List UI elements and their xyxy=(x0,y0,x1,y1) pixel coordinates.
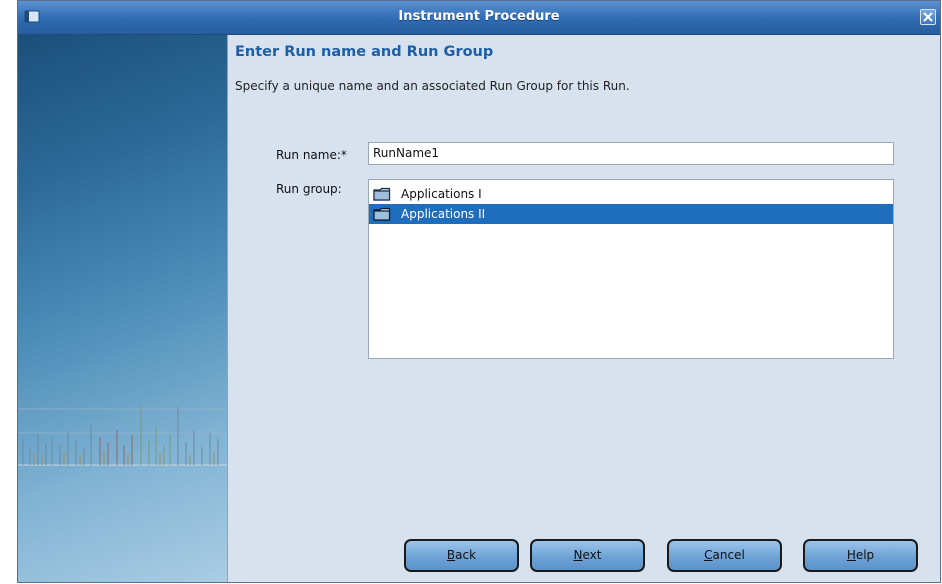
folder-icon xyxy=(373,207,391,221)
instrument-procedure-dialog: Instrument Procedure Enter Run name and … xyxy=(17,0,941,583)
list-item-label: Applications II xyxy=(401,207,486,221)
cancel-mnemonic: C xyxy=(704,548,713,562)
next-mnemonic: N xyxy=(573,548,583,562)
page-subtitle: Specify a unique name and an associated … xyxy=(235,79,630,93)
next-button[interactable]: Next xyxy=(530,539,645,572)
list-item-label: Applications I xyxy=(401,187,482,201)
run-group-label: Run group: xyxy=(276,182,342,196)
help-mnemonic: H xyxy=(846,548,856,562)
help-label: elp xyxy=(855,548,875,562)
close-button[interactable] xyxy=(920,9,936,25)
run-group-item-applications-i[interactable]: Applications I xyxy=(369,184,893,204)
side-banner-image xyxy=(18,35,228,582)
close-icon xyxy=(923,12,933,22)
title-bar[interactable]: Instrument Procedure xyxy=(18,1,940,35)
cancel-label: ancel xyxy=(712,548,745,562)
back-button[interactable]: Back xyxy=(404,539,519,572)
page-heading: Enter Run name and Run Group xyxy=(235,44,494,60)
folder-icon xyxy=(373,187,391,201)
cancel-button[interactable]: Cancel xyxy=(667,539,782,572)
run-group-list[interactable]: Applications I Applications II xyxy=(368,179,894,359)
window-title: Instrument Procedure xyxy=(398,9,560,24)
back-label: ack xyxy=(455,548,477,562)
run-group-item-applications-ii[interactable]: Applications II xyxy=(369,204,893,224)
chromatogram-graphic xyxy=(18,404,227,466)
help-button[interactable]: Help xyxy=(803,539,918,572)
run-name-label: Run name:* xyxy=(276,148,347,162)
content-area: Enter Run name and Run Group Specify a u… xyxy=(228,35,940,582)
next-label: ext xyxy=(582,548,602,562)
back-mnemonic: B xyxy=(446,548,456,562)
run-name-input[interactable]: RunName1 xyxy=(368,142,894,165)
